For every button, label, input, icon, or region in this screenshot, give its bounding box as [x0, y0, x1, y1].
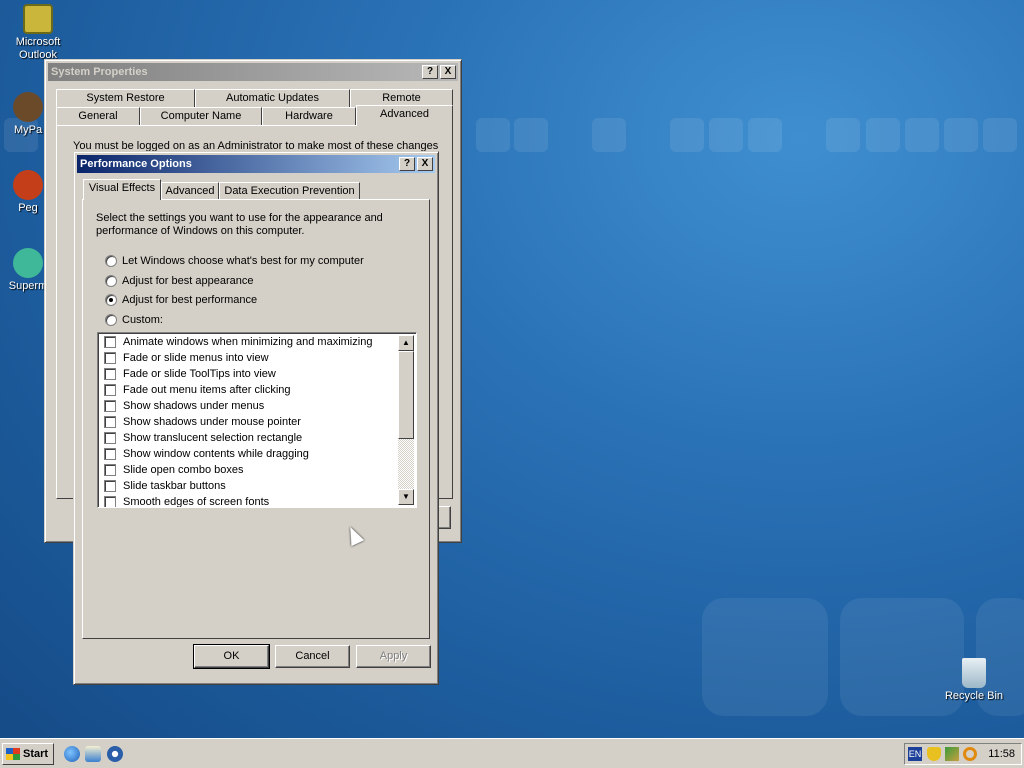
visual-effects-panel: Select the settings you want to use for … — [82, 199, 430, 639]
performance-options-titlebar[interactable]: Performance Options ? X — [77, 155, 435, 173]
background-tile — [944, 118, 978, 152]
settings-description: Select the settings you want to use for … — [96, 212, 383, 237]
visual-effects-list[interactable]: Animate windows when minimizing and maxi… — [97, 332, 417, 508]
background-tile — [514, 118, 548, 152]
checkbox[interactable] — [104, 448, 116, 460]
desktop-icon-recycle-bin[interactable]: Recycle Bin — [942, 658, 1006, 703]
outlook-express-icon[interactable] — [85, 746, 101, 762]
cancel-button[interactable]: Cancel — [275, 645, 350, 668]
tab-automatic-updates[interactable]: Automatic Updates — [195, 89, 350, 107]
checkbox-label: Show window contents while dragging — [123, 448, 309, 460]
close-button[interactable]: X — [417, 157, 433, 171]
tab-advanced[interactable]: Advanced — [161, 182, 219, 200]
background-tile — [670, 118, 704, 152]
desktop-icon-outlook[interactable]: Microsoft Outlook — [6, 4, 70, 62]
ok-button[interactable]: OK — [193, 644, 270, 669]
background-tile — [826, 118, 860, 152]
tab-computer-name[interactable]: Computer Name — [140, 107, 262, 125]
checkbox[interactable] — [104, 480, 116, 492]
checkbox[interactable] — [104, 496, 116, 507]
start-label: Start — [23, 748, 49, 760]
my-documents-icon — [13, 92, 43, 122]
language-indicator[interactable]: EN — [908, 747, 922, 761]
checkbox[interactable] — [104, 384, 116, 396]
tab-data-execution-prevention[interactable]: Data Execution Prevention — [219, 182, 360, 200]
background-tile — [476, 118, 510, 152]
tab-general[interactable]: General — [56, 107, 140, 125]
checkbox-label: Slide open combo boxes — [123, 464, 244, 476]
background-tile — [866, 118, 900, 152]
search-icon[interactable] — [963, 747, 977, 761]
tab-advanced[interactable]: Advanced — [356, 105, 453, 126]
radio-button[interactable] — [105, 255, 117, 267]
checkbox-label: Slide taskbar buttons — [123, 480, 226, 492]
system-tray: EN 11:58 — [904, 743, 1022, 765]
help-button[interactable]: ? — [399, 157, 415, 171]
checkbox-label: Smooth edges of screen fonts — [123, 496, 270, 508]
pegasus-icon — [13, 170, 43, 200]
network-icon[interactable] — [945, 747, 959, 761]
radio-label: Adjust for best appearance — [122, 275, 254, 287]
tab-visual-effects[interactable]: Visual Effects — [83, 179, 161, 200]
scroll-thumb[interactable] — [398, 351, 414, 439]
checkbox-label: Fade or slide menus into view — [123, 352, 269, 364]
checkbox[interactable] — [104, 432, 116, 444]
close-button[interactable]: X — [440, 65, 456, 79]
scroll-down-icon[interactable]: ▼ — [398, 489, 414, 505]
taskbar: Start EN 11:58 — [0, 738, 1024, 768]
checkbox[interactable] — [104, 368, 116, 380]
desktop-icon-label: Recycle Bin — [944, 690, 1004, 702]
checkbox-label: Show shadows under mouse pointer — [123, 416, 301, 428]
window-title: System Properties — [51, 66, 148, 78]
background-tile — [709, 118, 743, 152]
clock[interactable]: 11:58 — [988, 744, 1015, 764]
superm-icon — [13, 248, 43, 278]
radio-label: Adjust for best performance — [122, 294, 258, 306]
vertical-scrollbar[interactable]: ▲ ▼ — [398, 335, 414, 505]
security-shield-icon[interactable] — [927, 747, 941, 761]
radio-button[interactable] — [105, 275, 117, 287]
background-tile — [983, 118, 1017, 152]
checkbox-label: Animate windows when minimizing and maxi… — [123, 336, 373, 348]
performance-options-window[interactable]: Performance Options ? X Visual Effects A… — [73, 151, 439, 685]
windows-logo-icon — [6, 748, 20, 760]
window-title: Performance Options — [80, 158, 192, 170]
checkbox-label: Fade or slide ToolTips into view — [123, 368, 276, 380]
tab-hardware[interactable]: Hardware — [262, 107, 356, 125]
radio-button[interactable] — [105, 314, 117, 326]
start-button[interactable]: Start — [2, 743, 54, 765]
internet-explorer-icon[interactable] — [64, 746, 80, 762]
checkbox[interactable] — [104, 352, 116, 364]
checkbox-label: Fade out menu items after clicking — [123, 384, 291, 396]
checkbox[interactable] — [104, 464, 116, 476]
background-tile — [905, 118, 939, 152]
radio-label: Let Windows choose what's best for my co… — [122, 255, 364, 267]
apply-button[interactable]: Apply — [356, 645, 431, 668]
background-tile — [748, 118, 782, 152]
help-button[interactable]: ? — [422, 65, 438, 79]
radio-label: Custom: — [122, 314, 163, 326]
checkbox[interactable] — [104, 336, 116, 348]
checkbox[interactable] — [104, 400, 116, 412]
recycle-bin-icon — [962, 658, 986, 688]
checkbox-label: Show shadows under menus — [123, 400, 265, 412]
scroll-up-icon[interactable]: ▲ — [398, 335, 414, 351]
checkbox[interactable] — [104, 416, 116, 428]
background-tile — [592, 118, 626, 152]
checkbox-label: Show translucent selection rectangle — [123, 432, 303, 444]
system-properties-titlebar[interactable]: System Properties ? X — [48, 63, 458, 81]
tab-system-restore[interactable]: System Restore — [56, 89, 195, 107]
media-player-icon[interactable] — [107, 746, 123, 762]
background-tile — [702, 598, 828, 716]
radio-button-selected[interactable] — [105, 294, 117, 306]
outlook-icon — [23, 4, 53, 34]
